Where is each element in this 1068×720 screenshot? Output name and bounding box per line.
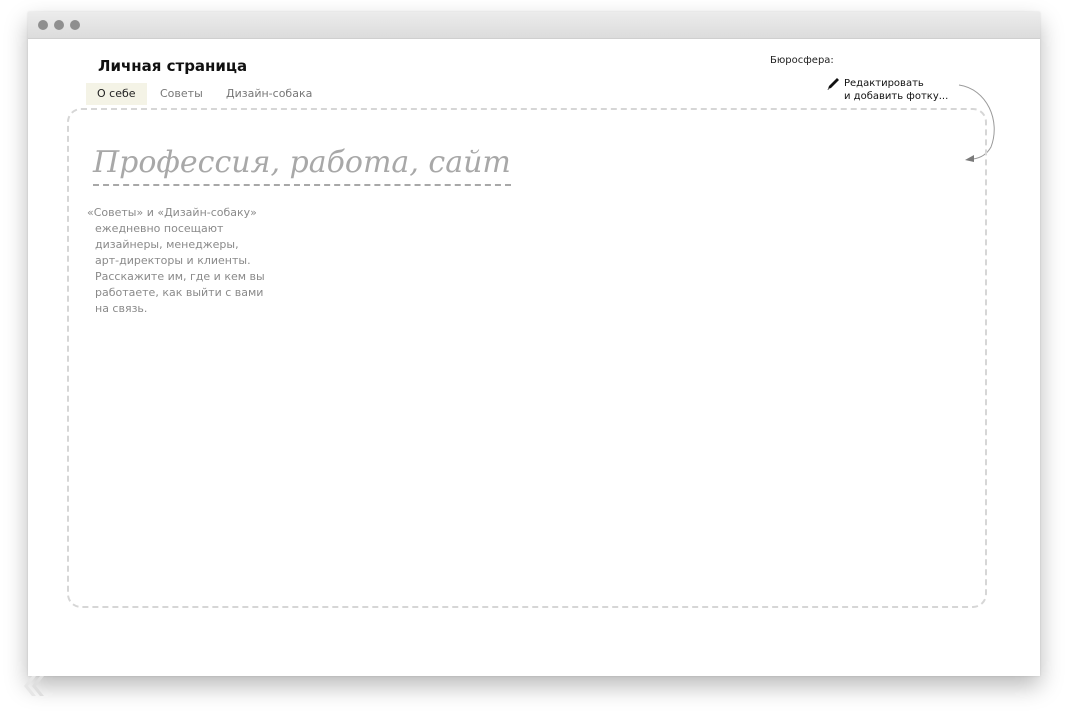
- profile-hint: «Советы» и «Дизайн-собаку» ежедневно пос…: [87, 205, 307, 317]
- edit-line-2: и добавить фотку...: [844, 91, 949, 102]
- page-content: Личная страница О себе Советы Дизайн-соб…: [28, 39, 1040, 676]
- hint-line: на связь.: [95, 302, 148, 315]
- chevron-logo-icon: [24, 676, 44, 696]
- pencil-icon: [827, 78, 839, 90]
- profession-field[interactable]: Профессия, работа, сайт: [93, 143, 511, 186]
- page-title: Личная страница: [98, 57, 248, 75]
- hint-line: дизайнеры, менеджеры,: [95, 238, 239, 251]
- tab-about[interactable]: О себе: [86, 83, 147, 105]
- hint-line: Расскажите им, где и кем вы: [95, 270, 265, 283]
- window-titlebar: [28, 12, 1040, 39]
- hint-line: ежедневно посещают: [95, 222, 224, 235]
- tab-design-dog[interactable]: Дизайн-собака: [226, 83, 312, 105]
- hint-line: «Советы» и «Дизайн-собаку»: [87, 206, 257, 219]
- bureausphere-label: Бюросфера:: [770, 55, 834, 66]
- browser-window: Личная страница О себе Советы Дизайн-соб…: [28, 12, 1040, 676]
- tab-advice[interactable]: Советы: [160, 83, 203, 105]
- window-minimize-dot[interactable]: [54, 20, 64, 30]
- hint-line: работаете, как выйти с вами: [95, 286, 264, 299]
- edit-line-1: Редактировать: [844, 78, 924, 89]
- hint-line: арт-директоры и клиенты.: [95, 254, 251, 267]
- edit-profile-text: Редактировать и добавить фотку...: [844, 77, 948, 103]
- window-zoom-dot[interactable]: [70, 20, 80, 30]
- window-close-dot[interactable]: [38, 20, 48, 30]
